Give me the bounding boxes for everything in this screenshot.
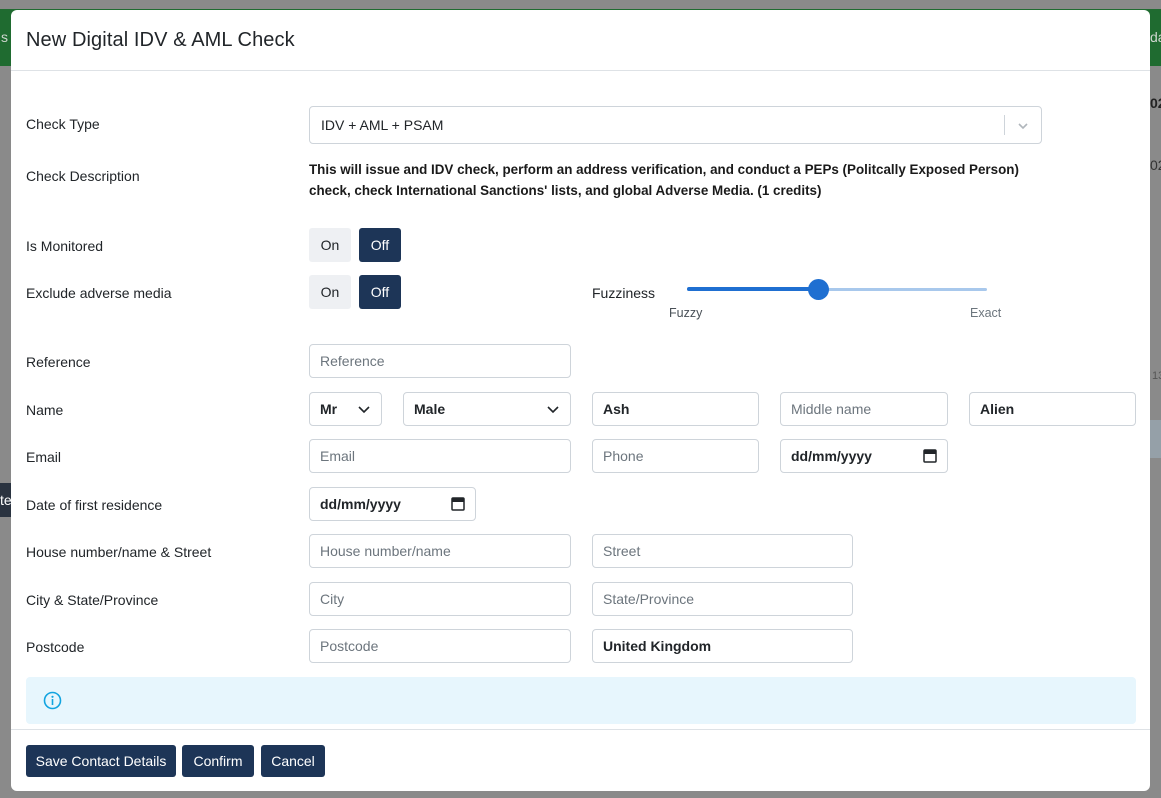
first-residence-label: Date of first residence xyxy=(26,497,163,513)
last-name-value: Alien xyxy=(980,401,1015,417)
calendar-icon[interactable] xyxy=(451,496,465,514)
is-monitored-toggle: On Off xyxy=(309,228,401,262)
middle-name-field[interactable] xyxy=(780,392,948,426)
first-residence-placeholder: dd/mm/yyyy xyxy=(320,496,401,512)
state-input[interactable] xyxy=(603,591,842,607)
background-fragment: 13 xyxy=(1152,370,1161,382)
save-contact-details-button[interactable]: Save Contact Details xyxy=(26,745,176,777)
info-icon xyxy=(43,691,62,713)
name-label: Name xyxy=(26,402,64,418)
street-input[interactable] xyxy=(603,543,842,559)
fuzziness-label: Fuzziness xyxy=(592,285,656,301)
fuzziness-max-label: Exact xyxy=(970,306,1002,320)
first-name-value: Ash xyxy=(603,401,630,417)
postcode-field[interactable] xyxy=(309,629,571,663)
background-fragment: da xyxy=(1150,29,1161,45)
gender-value: Male xyxy=(414,401,446,417)
check-description-label: Check Description xyxy=(26,168,140,184)
calendar-icon[interactable] xyxy=(923,448,937,466)
chevron-down-icon xyxy=(546,402,560,419)
email-input[interactable] xyxy=(320,448,560,464)
background-fragment: 02 xyxy=(1150,157,1161,173)
check-modal: New Digital IDV & AML Check Check Type I… xyxy=(11,10,1150,791)
fuzziness-slider-thumb[interactable] xyxy=(808,279,829,300)
check-description-text: This will issue and IDV check, perform a… xyxy=(309,162,1019,198)
exclude-adverse-media-off-button[interactable]: Off xyxy=(359,275,401,309)
is-monitored-off-button[interactable]: Off xyxy=(359,228,401,262)
middle-name-input[interactable] xyxy=(791,401,937,417)
background-fragment: te xyxy=(0,492,12,508)
first-name-field[interactable]: Ash xyxy=(592,392,759,426)
gender-select[interactable]: Male xyxy=(403,392,571,426)
exclude-adverse-media-label: Exclude adverse media xyxy=(26,285,172,301)
is-monitored-on-button[interactable]: On xyxy=(309,228,351,262)
reference-label: Reference xyxy=(26,354,91,370)
postcode-input[interactable] xyxy=(320,638,560,654)
cancel-button[interactable]: Cancel xyxy=(261,745,325,777)
date-of-birth-field[interactable]: dd/mm/yyyy xyxy=(780,439,948,473)
country-value: United Kingdom xyxy=(603,638,712,654)
street-field[interactable] xyxy=(592,534,853,568)
postcode-label: Postcode xyxy=(26,639,85,655)
email-field[interactable] xyxy=(309,439,571,473)
fuzziness-min-label: Fuzzy xyxy=(669,306,703,320)
email-label: Email xyxy=(26,449,62,465)
chevron-down-icon[interactable] xyxy=(1017,119,1029,135)
chevron-down-icon xyxy=(357,402,371,419)
info-alert xyxy=(26,677,1136,724)
background-fragment: 02 xyxy=(1150,95,1161,111)
check-type-label: Check Type xyxy=(26,116,100,132)
exclude-adverse-media-toggle: On Off xyxy=(309,275,401,309)
check-type-select[interactable]: IDV + AML + PSAM xyxy=(309,106,1042,144)
first-residence-date-field[interactable]: dd/mm/yyyy xyxy=(309,487,476,521)
background-row xyxy=(1150,420,1161,458)
select-separator xyxy=(1004,115,1005,135)
modal-header: New Digital IDV & AML Check xyxy=(11,10,1150,71)
state-field[interactable] xyxy=(592,582,853,616)
modal-title: New Digital IDV & AML Check xyxy=(26,28,295,51)
modal-footer: Save Contact Details Confirm Cancel xyxy=(11,729,1150,791)
country-field[interactable]: United Kingdom xyxy=(592,629,853,663)
phone-field[interactable] xyxy=(592,439,759,473)
last-name-field[interactable]: Alien xyxy=(969,392,1136,426)
phone-input[interactable] xyxy=(603,448,748,464)
date-of-birth-placeholder: dd/mm/yyyy xyxy=(791,448,872,464)
house-field[interactable] xyxy=(309,534,571,568)
fuzziness-slider-fill xyxy=(687,287,819,291)
exclude-adverse-media-on-button[interactable]: On xyxy=(309,275,351,309)
background-fragment: s xyxy=(1,29,8,45)
city-field[interactable] xyxy=(309,582,571,616)
city-input[interactable] xyxy=(320,591,560,607)
city-label: City & State/Province xyxy=(26,592,159,608)
house-input[interactable] xyxy=(320,543,560,559)
reference-field[interactable] xyxy=(309,344,571,378)
title-select[interactable]: Mr xyxy=(309,392,382,426)
check-type-value: IDV + AML + PSAM xyxy=(321,117,444,133)
reference-input[interactable] xyxy=(320,353,560,369)
confirm-button[interactable]: Confirm xyxy=(182,745,254,777)
street-label: House number/name & Street xyxy=(26,544,212,560)
title-value: Mr xyxy=(320,401,338,417)
is-monitored-label: Is Monitored xyxy=(26,238,104,254)
